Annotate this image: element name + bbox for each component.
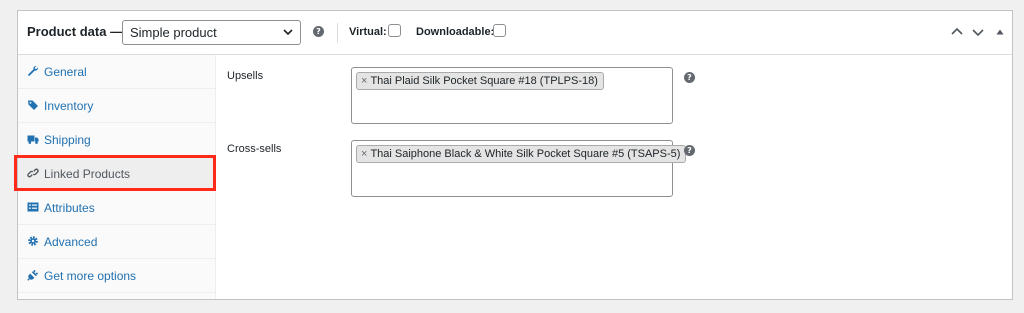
plugin-icon <box>27 270 38 281</box>
tab-shipping[interactable]: Shipping <box>18 123 216 157</box>
upsells-label: Upsells <box>227 70 264 82</box>
linked-products-panel: Upsells × Thai Plaid Silk Pocket Square #… <box>216 55 1012 299</box>
cross-sell-chip: × Thai Saiphone Black & White Silk Pocket… <box>356 145 687 163</box>
remove-chip-button[interactable]: × <box>361 148 367 160</box>
chevron-down-icon <box>283 29 293 36</box>
upsells-select[interactable]: × Thai Plaid Silk Pocket Square #18 (TPLP… <box>351 67 673 124</box>
tab-label: Attributes <box>44 201 95 215</box>
cross-sells-select[interactable]: × Thai Saiphone Black & White Silk Pocket… <box>351 140 687 197</box>
chip-label: Thai Saiphone Black & White Silk Pocket … <box>370 148 681 160</box>
header-divider <box>337 23 338 43</box>
wrench-icon <box>28 65 39 76</box>
cross-sells-label: Cross-sells <box>227 143 282 155</box>
help-icon[interactable]: ? <box>684 72 695 83</box>
virtual-checkbox[interactable] <box>388 24 401 37</box>
tab-label: General <box>44 65 87 79</box>
remove-chip-button[interactable]: × <box>361 75 367 87</box>
downloadable-checkbox[interactable] <box>493 24 506 37</box>
tab-label: Get more options <box>44 269 137 283</box>
tab-attributes[interactable]: Attributes <box>18 191 216 225</box>
link-icon <box>27 168 39 178</box>
panel-title: Product data — <box>27 24 124 39</box>
tab-label: Inventory <box>44 99 94 113</box>
upsell-chip: × Thai Plaid Silk Pocket Square #18 (TPLP… <box>356 72 604 90</box>
help-icon[interactable]: ? <box>684 145 695 156</box>
list-icon <box>27 202 39 212</box>
product-type-value: Simple product <box>130 25 217 40</box>
truck-icon <box>27 135 39 144</box>
help-icon[interactable]: ? <box>313 26 324 37</box>
tab-get-more-options[interactable]: Get more options <box>18 259 216 293</box>
chevron-down-icon[interactable] <box>971 25 985 39</box>
product-data-panel: Product data — Simple product ? Virtual:… <box>14 10 1013 300</box>
tab-linked-products[interactable]: Linked Products <box>14 155 216 191</box>
tab-label: Shipping <box>44 133 91 147</box>
triangle-up-icon[interactable] <box>993 25 1007 39</box>
virtual-label: Virtual: <box>349 26 387 38</box>
tab-inventory[interactable]: Inventory <box>18 89 216 123</box>
tag-icon <box>28 100 38 110</box>
downloadable-label: Downloadable: <box>416 26 495 38</box>
product-type-select[interactable]: Simple product <box>122 20 301 45</box>
product-data-tabs: General Inventory Shipping Linked Produc… <box>14 55 216 299</box>
chip-label: Thai Plaid Silk Pocket Square #18 (TPLPS… <box>370 75 598 87</box>
panel-header: Product data — Simple product ? Virtual:… <box>18 11 1012 55</box>
gear-icon <box>28 236 38 246</box>
tab-advanced[interactable]: Advanced <box>18 225 216 259</box>
chevron-up-icon[interactable] <box>950 25 964 39</box>
tab-label: Advanced <box>44 235 98 249</box>
tab-label: Linked Products <box>44 167 131 181</box>
tab-general[interactable]: General <box>18 55 216 89</box>
